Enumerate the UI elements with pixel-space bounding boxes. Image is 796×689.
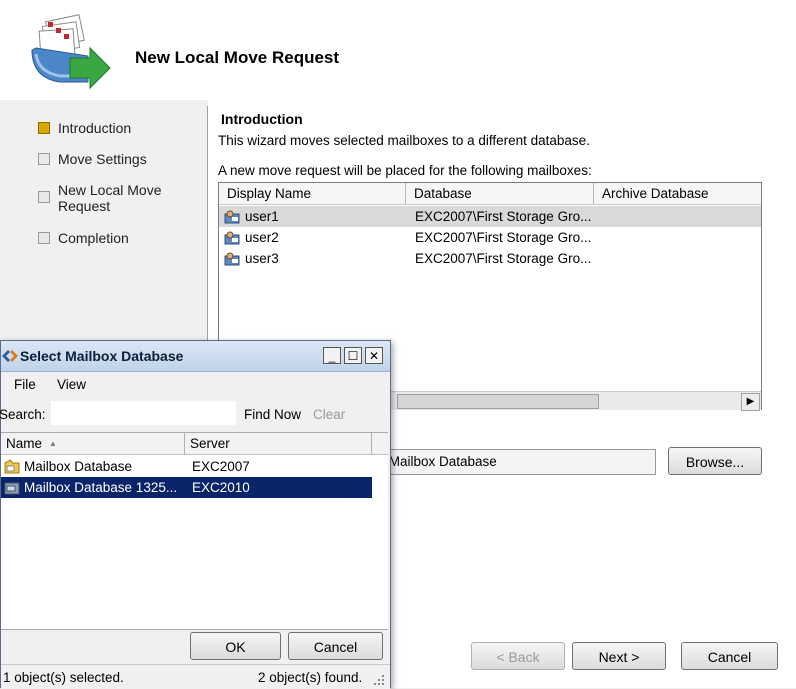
database-result-list[interactable]: Name ▲ Server Mailbox Database EXC2007 M… (1, 432, 388, 630)
database-row[interactable]: Mailbox Database 1325... EXC2010 (1, 477, 372, 498)
move-mailbox-icon (31, 14, 111, 90)
column-header-filler (372, 433, 388, 455)
cancel-button[interactable]: Cancel (681, 642, 778, 670)
step-active-indicator (38, 122, 50, 134)
step-indicator (38, 232, 50, 244)
database-name: Mailbox Database 1325... (24, 480, 178, 495)
column-header-label: Name (6, 436, 43, 451)
wizard-header (0, 0, 796, 100)
back-button[interactable]: < Back (471, 642, 565, 670)
status-selected-count: 1 object(s) selected. (3, 670, 124, 685)
section-heading: Introduction (221, 111, 303, 127)
status-found-count: 2 object(s) found. (258, 670, 363, 685)
mailbox-display-name: user2 (245, 230, 279, 245)
mailbox-database-icon (4, 482, 20, 495)
mailbox-row[interactable]: user2 EXC2007\First Storage Gro... (219, 227, 761, 248)
mailbox-database: EXC2007\First Storage Gro... (415, 230, 592, 245)
maximize-icon[interactable]: ☐ (344, 347, 362, 364)
search-label: Search: (0, 407, 46, 422)
mailbox-list-prompt: A new move request will be placed for th… (218, 163, 592, 178)
database-row[interactable]: Mailbox Database EXC2007 (1, 456, 372, 477)
user-mailbox-icon (224, 252, 240, 266)
database-server: EXC2010 (192, 480, 250, 495)
dialog-title: Select Mailbox Database (20, 348, 184, 364)
mailbox-database-icon (4, 459, 20, 474)
mailbox-display-name: user3 (245, 251, 279, 266)
column-header-archive-database[interactable]: Archive Database (594, 183, 761, 205)
step-label: Move Settings (58, 151, 147, 167)
find-now-button[interactable]: Find Now (244, 407, 301, 422)
section-description: This wizard moves selected mailboxes to … (218, 133, 590, 148)
resize-grip-icon[interactable] (373, 674, 385, 686)
menu-file[interactable]: File (14, 377, 36, 392)
step-indicator (38, 153, 50, 165)
step-indicator (38, 191, 50, 203)
next-button[interactable]: Next > (572, 642, 666, 670)
step-label: Completion (58, 230, 129, 246)
mailbox-row[interactable]: user3 EXC2007\First Storage Gro... (219, 248, 761, 269)
clear-button[interactable]: Clear (313, 407, 345, 422)
mailbox-row[interactable]: user1 EXC2007\First Storage Gro... (219, 206, 761, 227)
mailbox-database: EXC2007\First Storage Gro... (415, 251, 592, 266)
wizard-title: New Local Move Request (135, 48, 340, 67)
step-label: Introduction (58, 120, 132, 136)
database-name: Mailbox Database (24, 459, 133, 474)
dialog-cancel-button[interactable]: Cancel (288, 632, 383, 660)
column-header-name[interactable]: Name ▲ (1, 433, 185, 455)
ok-button[interactable]: OK (190, 632, 281, 660)
select-mailbox-database-dialog: Select Mailbox Database _ ☐ ✕ File View … (0, 340, 391, 689)
dialog-title-bar[interactable]: Select Mailbox Database _ ☐ ✕ (1, 341, 390, 372)
scroll-right-arrow-icon[interactable]: ▶ (741, 393, 760, 411)
mailbox-display-name: user1 (245, 209, 279, 224)
browse-button[interactable]: Browse... (668, 447, 762, 475)
menu-view[interactable]: View (57, 377, 86, 392)
column-header-server[interactable]: Server (185, 433, 372, 455)
user-mailbox-icon (224, 210, 240, 224)
exchange-icon (2, 350, 18, 362)
database-server: EXC2007 (192, 459, 250, 474)
target-database-field[interactable]: \Mailbox Database (384, 449, 656, 475)
scrollbar-thumb[interactable] (397, 394, 599, 409)
column-header-display-name[interactable]: Display Name (219, 183, 406, 205)
close-icon[interactable]: ✕ (365, 347, 383, 364)
mailbox-database: EXC2007\First Storage Gro... (415, 209, 592, 224)
step-label: New Local Move Request (58, 182, 162, 214)
minimize-icon[interactable]: _ (323, 347, 341, 364)
sort-ascending-icon: ▲ (49, 439, 57, 448)
search-input[interactable] (51, 401, 236, 425)
column-header-database[interactable]: Database (406, 183, 594, 205)
user-mailbox-icon (224, 231, 240, 245)
